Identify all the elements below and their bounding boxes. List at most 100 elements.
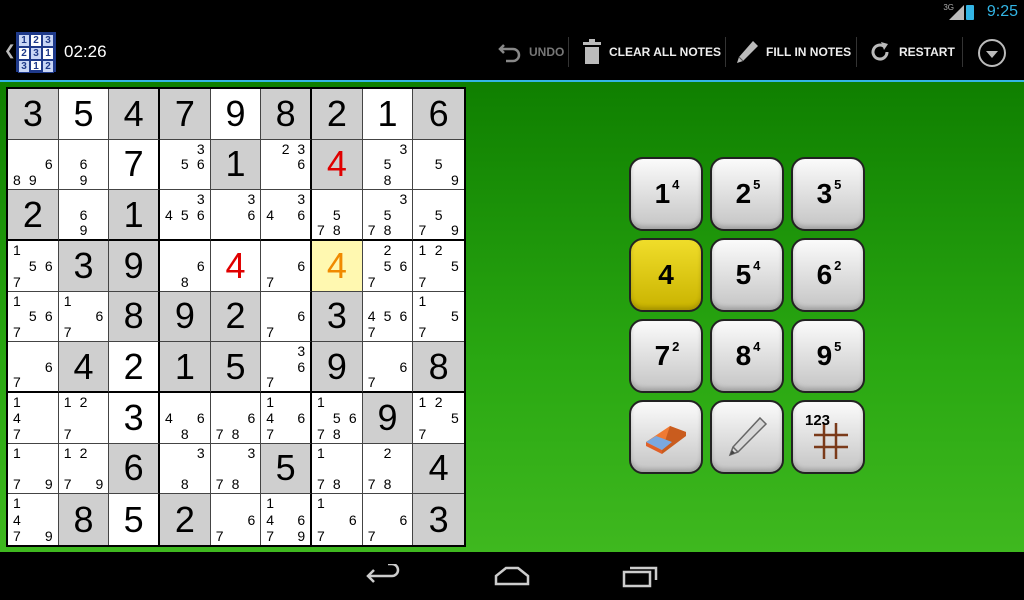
board-cell[interactable]: 147 — [8, 393, 59, 444]
board-cell[interactable]: 3 — [109, 393, 160, 444]
board-cell[interactable]: 67 — [8, 342, 59, 393]
board-cell[interactable]: 147 9 — [8, 494, 59, 545]
board-cell[interactable]: 36 7 — [261, 342, 312, 393]
board-cell[interactable]: 2 — [109, 342, 160, 393]
board-cell[interactable]: 3578 — [362, 190, 414, 241]
board-cell[interactable]: 8 — [109, 291, 160, 343]
board-cell[interactable]: 127 9 — [58, 443, 110, 495]
board-cell[interactable]: 456 7 — [362, 291, 414, 343]
board-cell[interactable]: 1567 — [8, 241, 59, 292]
board-cell[interactable]: 5 — [261, 443, 312, 495]
board-cell[interactable]: 4 — [413, 443, 464, 495]
notes-grid-button[interactable]: 123 — [791, 400, 865, 474]
board-cell[interactable]: 57 9 — [413, 190, 464, 241]
overflow-menu-icon[interactable] — [978, 39, 1006, 67]
board-cell[interactable]: 356 — [160, 139, 211, 191]
board-cell[interactable]: 358 — [362, 139, 414, 191]
board-cell[interactable]: 7 — [160, 89, 211, 140]
board-cell[interactable]: 9 — [312, 342, 363, 393]
board-cell[interactable]: 3 — [413, 494, 464, 545]
recent-apps-nav-icon[interactable] — [622, 564, 658, 588]
board-cell[interactable]: 156 78 — [312, 393, 363, 444]
board-cell[interactable]: 1 6 7 — [58, 291, 110, 343]
board-cell[interactable]: 38 — [160, 443, 211, 495]
board-cell[interactable]: 278 — [362, 443, 414, 495]
back-nav-icon[interactable] — [366, 564, 402, 588]
board-cell[interactable]: 4 — [210, 241, 262, 292]
board-cell[interactable]: 256 7 — [362, 241, 414, 292]
board-cell[interactable]: 5 — [58, 89, 110, 140]
restart-button[interactable]: RESTART — [868, 33, 955, 71]
number-key-5[interactable]: 54 — [710, 238, 784, 312]
board-cell[interactable]: 578 — [312, 190, 363, 241]
number-key-8[interactable]: 84 — [710, 319, 784, 393]
board-cell[interactable]: 9 — [210, 89, 262, 140]
board-cell[interactable]: 1 — [160, 342, 211, 393]
board-cell[interactable]: 4 68 — [160, 393, 211, 444]
board-cell[interactable]: 67 — [362, 342, 414, 393]
number-key-1[interactable]: 14 — [629, 157, 703, 231]
board-cell[interactable]: 3 4 6 — [261, 190, 312, 241]
board-cell[interactable]: 125 7 — [413, 393, 464, 444]
board-cell[interactable]: 6 — [109, 443, 160, 495]
board-cell[interactable]: 5 — [109, 494, 160, 545]
board-cell[interactable]: 4 — [58, 342, 110, 393]
back-chevron-icon[interactable]: ❮ — [4, 42, 16, 59]
board-cell[interactable]: 1 78 — [312, 443, 363, 495]
board-cell[interactable]: 7 — [109, 139, 160, 191]
board-cell[interactable]: 67 — [261, 241, 312, 292]
board-cell[interactable]: 4 — [312, 241, 363, 292]
board-cell[interactable]: 14 6 7 9 — [261, 494, 312, 545]
board-cell[interactable]: 3 78 — [210, 443, 262, 495]
board-cell[interactable]: 2 — [8, 190, 59, 241]
board-cell[interactable]: 6 78 — [210, 393, 262, 444]
board-cell[interactable]: 5 — [210, 342, 262, 393]
board-cell[interactable]: 67 — [363, 494, 414, 545]
board-cell[interactable]: 6 — [413, 89, 464, 140]
pencil-notes-button[interactable] — [710, 400, 784, 474]
home-nav-icon[interactable] — [494, 564, 530, 588]
board-cell[interactable]: 1567 — [8, 291, 59, 343]
board-cell[interactable]: 1 7 9 — [8, 443, 59, 495]
board-cell[interactable]: 127 — [58, 393, 110, 444]
board-cell[interactable]: 1 6 7 — [312, 494, 363, 545]
board-cell[interactable]: 59 — [413, 140, 464, 191]
number-key-3[interactable]: 35 — [791, 157, 865, 231]
board-cell[interactable]: 236 — [261, 139, 312, 191]
board-cell[interactable]: 6 89 — [8, 139, 59, 191]
board-cell[interactable]: 2 — [210, 291, 262, 343]
board-cell[interactable]: 36 — [210, 190, 262, 241]
undo-button[interactable]: UNDO — [498, 33, 564, 71]
board-cell[interactable]: 68 — [160, 241, 211, 292]
clear-all-notes-button[interactable]: CLEAR ALL NOTES — [582, 33, 721, 71]
board-cell[interactable]: 3 — [8, 89, 59, 140]
board-cell[interactable]: 69 — [58, 139, 110, 191]
board-cell[interactable]: 2 — [160, 494, 211, 545]
app-logo-icon[interactable]: 123231312 — [16, 32, 56, 73]
fill-in-notes-button[interactable]: FILL IN NOTES — [735, 33, 851, 71]
board-cell[interactable]: 69 — [58, 190, 110, 241]
board-cell[interactable]: 125 7 — [413, 241, 464, 292]
board-cell[interactable]: 1 — [362, 89, 414, 140]
board-cell[interactable]: 1 5 7 — [413, 292, 464, 343]
board-cell[interactable]: 9 — [160, 291, 211, 343]
board-cell[interactable]: 1 — [109, 190, 160, 241]
board-cell[interactable]: 2 — [312, 89, 363, 140]
board-cell[interactable]: 67 — [211, 494, 262, 545]
number-key-7[interactable]: 72 — [629, 319, 703, 393]
board-cell[interactable]: 9 — [109, 241, 160, 292]
board-cell[interactable]: 4 — [109, 89, 160, 140]
board-cell[interactable]: 3 456 — [160, 190, 211, 241]
number-key-6[interactable]: 62 — [791, 238, 865, 312]
board-cell[interactable]: 8 — [58, 494, 110, 545]
board-cell[interactable]: 9 — [362, 393, 414, 444]
number-key-2[interactable]: 25 — [710, 157, 784, 231]
board-cell[interactable]: 3 — [58, 241, 110, 292]
number-key-4[interactable]: 4 — [629, 238, 703, 312]
board-cell[interactable]: 67 — [261, 291, 312, 343]
board-cell[interactable]: 8 — [413, 342, 464, 393]
number-key-9[interactable]: 95 — [791, 319, 865, 393]
board-cell[interactable]: 4 — [312, 139, 363, 191]
board-cell[interactable]: 8 — [261, 89, 312, 140]
board-cell[interactable]: 3 — [312, 291, 363, 343]
